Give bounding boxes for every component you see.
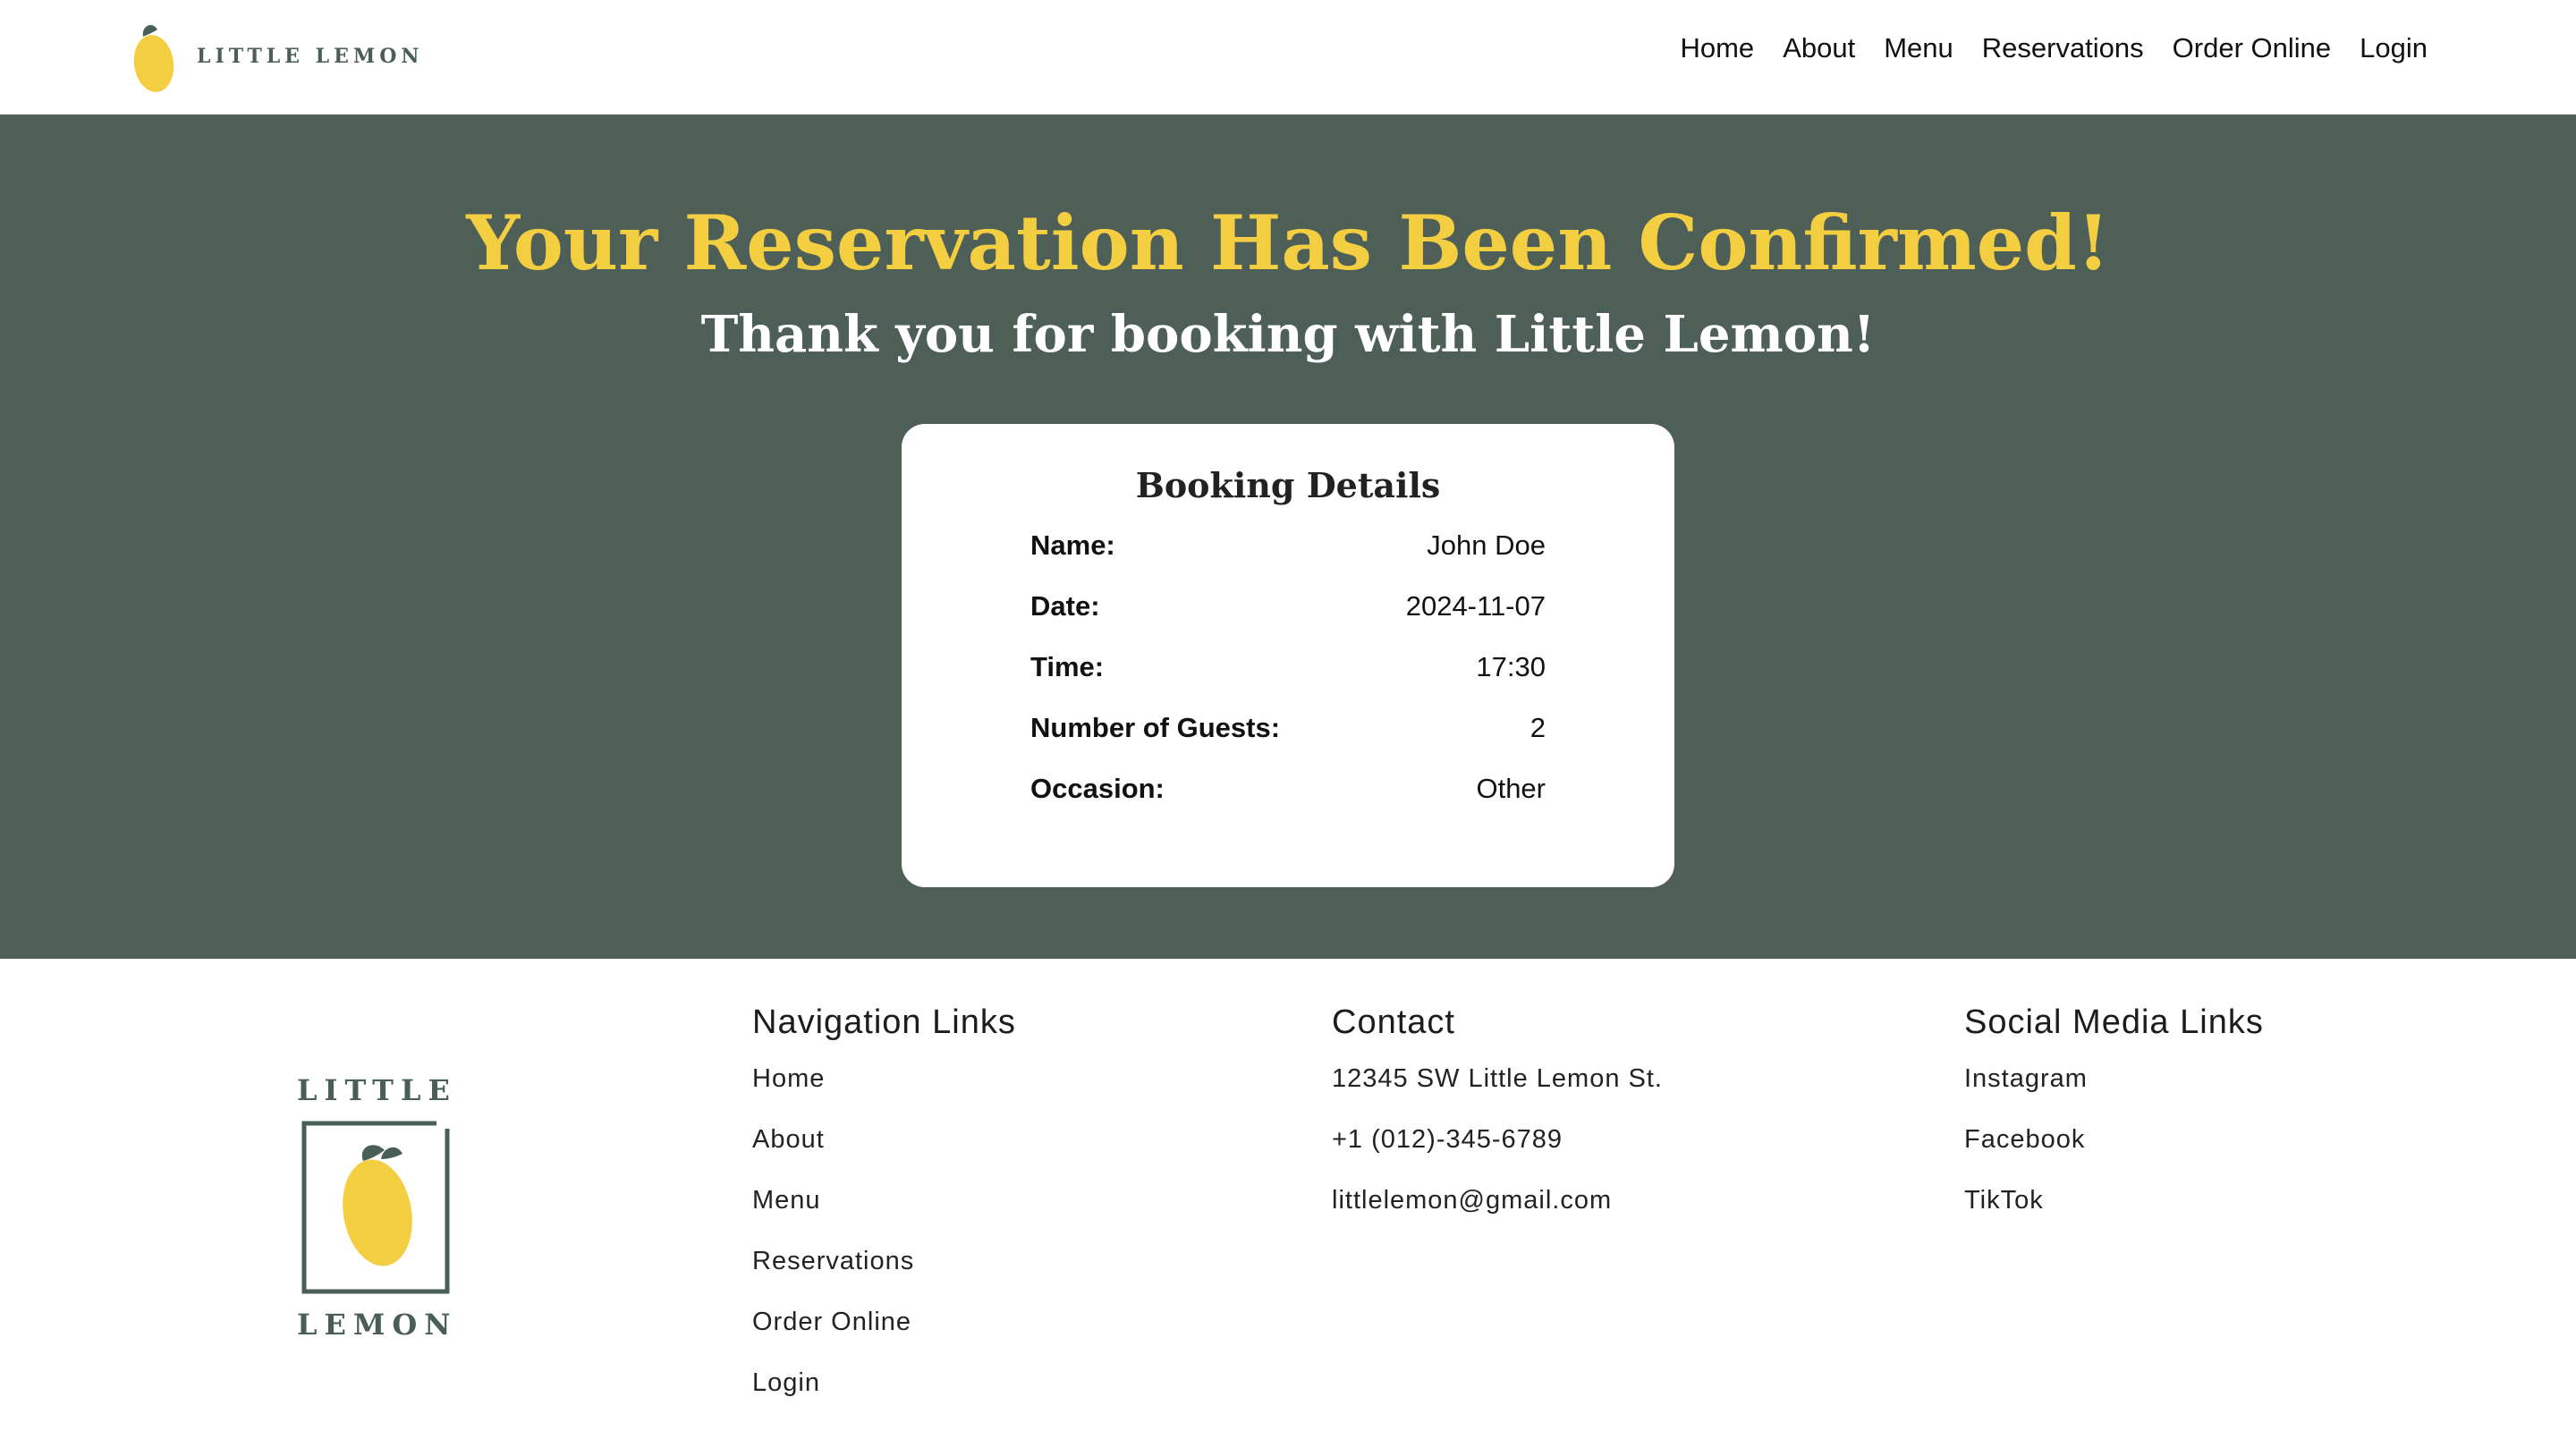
nav-item-home[interactable]: Home bbox=[1680, 34, 1754, 62]
footer-navigation: Navigation Links Home About Menu Reserva… bbox=[752, 1005, 1016, 1431]
nav-item-menu[interactable]: Menu bbox=[1884, 34, 1953, 62]
social-link-tiktok[interactable]: TikTok bbox=[1964, 1188, 2264, 1249]
detail-value: 2024-11-07 bbox=[1405, 590, 1546, 622]
social-link-instagram[interactable]: Instagram bbox=[1964, 1066, 2264, 1127]
nav-item-order-online[interactable]: Order Online bbox=[2173, 34, 2331, 62]
contact-address: 12345 SW Little Lemon St. bbox=[1332, 1064, 1663, 1093]
footer-link-order-online[interactable]: Order Online bbox=[752, 1309, 1016, 1370]
footer-link-about[interactable]: About bbox=[752, 1127, 1016, 1188]
detail-row-occasion: Occasion: Other bbox=[1030, 771, 1546, 807]
site-footer: LITTLE LEMON Navigation Links Home About… bbox=[0, 959, 2576, 1396]
contact-email[interactable]: littlelemon@gmail.com bbox=[1332, 1188, 1663, 1249]
detail-value: Other bbox=[1476, 773, 1546, 804]
confirmation-title: Your Reservation Has Been Confirmed! bbox=[466, 199, 2110, 287]
site-header: LITTLE LEMON Home About Menu Reservation… bbox=[0, 0, 2576, 114]
footer-logo-top-text: LITTLE bbox=[297, 1073, 457, 1107]
lemon-icon bbox=[133, 24, 174, 92]
confirmation-section: Your Reservation Has Been Confirmed! Tha… bbox=[0, 114, 2576, 959]
lemon-icon bbox=[301, 1121, 450, 1294]
contact-phone[interactable]: +1 (012)-345-6789 bbox=[1332, 1127, 1663, 1188]
footer-link-reservations[interactable]: Reservations bbox=[752, 1249, 1016, 1309]
footer-contact-heading: Contact bbox=[1332, 1003, 1455, 1041]
brand-logo[interactable]: LITTLE LEMON bbox=[131, 16, 423, 97]
main-nav: Home About Menu Reservations Order Onlin… bbox=[1680, 34, 2428, 62]
detail-label: Occasion: bbox=[1030, 773, 1165, 804]
booking-details-title: Booking Details bbox=[1135, 465, 1441, 505]
brand-name: LITTLE LEMON bbox=[197, 45, 424, 68]
detail-label: Date: bbox=[1030, 590, 1100, 622]
footer-social-heading: Social Media Links bbox=[1964, 1003, 2264, 1041]
social-link-facebook[interactable]: Facebook bbox=[1964, 1127, 2264, 1188]
detail-label: Number of Guests: bbox=[1030, 712, 1281, 743]
detail-row-date: Date: 2024-11-07 bbox=[1030, 588, 1546, 624]
detail-label: Name: bbox=[1030, 529, 1115, 561]
footer-contact: Contact 12345 SW Little Lemon St. +1 (01… bbox=[1332, 1005, 1663, 1249]
nav-item-login[interactable]: Login bbox=[2360, 34, 2428, 62]
detail-value: 17:30 bbox=[1476, 651, 1546, 682]
detail-label: Time: bbox=[1030, 651, 1105, 682]
detail-row-time: Time: 17:30 bbox=[1030, 649, 1546, 685]
footer-link-home[interactable]: Home bbox=[752, 1066, 1016, 1127]
detail-row-name: Name: John Doe bbox=[1030, 528, 1546, 563]
footer-logo-bottom-text: LEMON bbox=[297, 1308, 458, 1342]
detail-row-guests: Number of Guests: 2 bbox=[1030, 710, 1546, 746]
nav-item-reservations[interactable]: Reservations bbox=[1982, 34, 2144, 62]
confirmation-subtitle: Thank you for booking with Little Lemon! bbox=[700, 305, 1876, 364]
nav-item-about[interactable]: About bbox=[1783, 34, 1855, 62]
footer-link-menu[interactable]: Menu bbox=[752, 1188, 1016, 1249]
detail-value: 2 bbox=[1530, 712, 1546, 743]
footer-link-login[interactable]: Login bbox=[752, 1370, 1016, 1431]
booking-details-card: Booking Details Name: John Doe Date: 202… bbox=[902, 424, 1674, 887]
footer-nav-heading: Navigation Links bbox=[752, 1003, 1016, 1041]
footer-logo[interactable]: LITTLE LEMON bbox=[297, 1073, 454, 1342]
footer-social: Social Media Links Instagram Facebook Ti… bbox=[1964, 1005, 2264, 1249]
detail-value: John Doe bbox=[1427, 529, 1546, 561]
